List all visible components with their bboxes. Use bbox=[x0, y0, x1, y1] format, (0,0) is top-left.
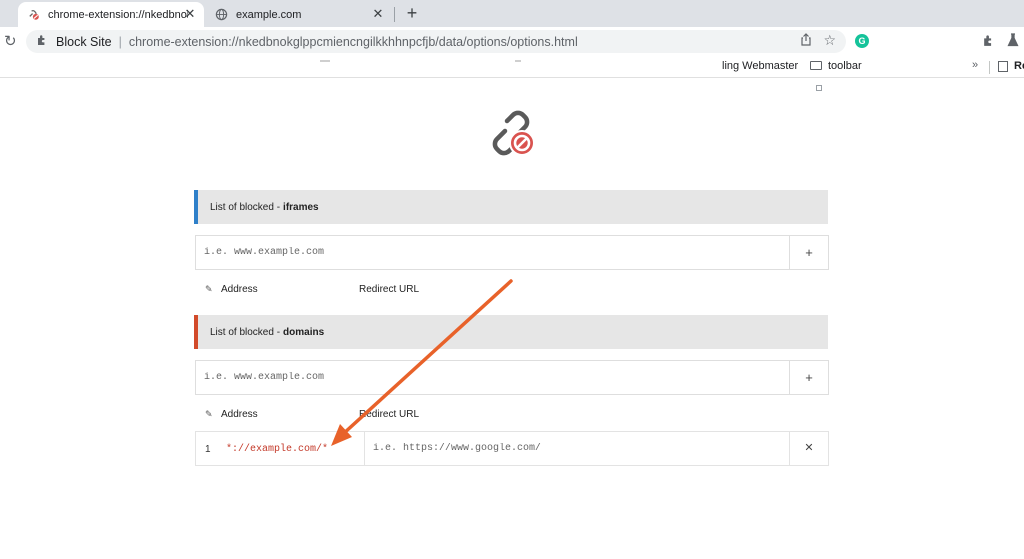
pencil-icon: ✎ bbox=[205, 284, 213, 294]
section-header-prefix: List of blocked - bbox=[210, 201, 281, 213]
reading-list-icon[interactable] bbox=[998, 61, 1008, 72]
address-bar[interactable]: Block Site | chrome-extension://nkedbnok… bbox=[26, 30, 846, 53]
redirect-url-input[interactable] bbox=[366, 432, 786, 465]
bookmarks-bar: ling Webmaster toolbar » Re bbox=[0, 56, 1024, 78]
bookmark-fragment bbox=[320, 60, 330, 62]
url-separator: | bbox=[118, 34, 122, 49]
redirect-column-header: Redirect URL bbox=[359, 409, 420, 420]
pencil-icon: ✎ bbox=[205, 409, 213, 419]
folder-icon bbox=[810, 61, 822, 70]
domain-add-row: + bbox=[195, 360, 829, 395]
remove-row-button[interactable]: ✕ bbox=[789, 432, 828, 465]
tab-title: example.com bbox=[236, 8, 302, 21]
labs-icon[interactable] bbox=[1007, 33, 1019, 50]
cell-divider bbox=[364, 432, 365, 465]
grammarly-icon[interactable]: G bbox=[855, 34, 869, 48]
extensions-icon[interactable] bbox=[982, 34, 995, 50]
close-icon[interactable]: ✕ bbox=[182, 6, 198, 22]
iframe-add-row: + bbox=[195, 235, 829, 270]
site-name: Block Site bbox=[56, 34, 112, 49]
domains-section-header: List of blocked - domains bbox=[194, 315, 828, 349]
blocked-domain[interactable]: *://example.com/* bbox=[226, 444, 328, 455]
blocked-link-icon bbox=[492, 110, 535, 156]
tab-example[interactable]: example.com ✕ bbox=[206, 2, 392, 27]
globe-icon bbox=[215, 8, 228, 21]
iframes-section-header: List of blocked - iframes bbox=[194, 190, 828, 224]
browser-toolbar: ↻ Block Site | chrome-extension://nkedbn… bbox=[0, 27, 1024, 56]
bookmark-star-icon[interactable]: ☆ bbox=[823, 32, 836, 49]
section-header-bold: domains bbox=[283, 326, 325, 338]
bookmark-label: toolbar bbox=[828, 60, 862, 72]
close-icon[interactable]: ✕ bbox=[370, 6, 386, 22]
bookmark-fragment bbox=[515, 60, 521, 62]
blocked-link-icon bbox=[29, 9, 39, 20]
section-header-bold: iframes bbox=[283, 201, 319, 213]
popout-icon[interactable] bbox=[816, 85, 822, 91]
tab-title: chrome-extension://nkedbnokglppcmiencngi… bbox=[48, 8, 188, 21]
reading-list-label: Re bbox=[1014, 60, 1024, 72]
domain-address-input[interactable] bbox=[196, 361, 790, 394]
iframe-column-headers: ✎ Address Redirect URL bbox=[205, 284, 419, 295]
table-row: 1 *://example.com/* ✕ bbox=[195, 431, 829, 466]
bookmark-toolbar-folder[interactable]: toolbar bbox=[810, 60, 862, 72]
redirect-column-header: Redirect URL bbox=[359, 284, 420, 295]
bookmarks-divider bbox=[989, 61, 990, 74]
reload-icon[interactable]: ↻ bbox=[4, 32, 17, 50]
address-column-header: Address bbox=[221, 409, 258, 420]
bookmark-webmaster[interactable]: ling Webmaster bbox=[722, 60, 798, 72]
tab-divider bbox=[394, 7, 395, 22]
add-iframe-button[interactable]: + bbox=[789, 236, 828, 269]
row-index: 1 bbox=[205, 444, 211, 455]
tab-options[interactable]: chrome-extension://nkedbnokglppcmiencngi… bbox=[18, 2, 204, 27]
section-header-prefix: List of blocked - bbox=[210, 326, 281, 338]
more-bookmarks-icon[interactable]: » bbox=[972, 59, 978, 71]
share-icon[interactable] bbox=[800, 33, 812, 49]
domain-column-headers: ✎ Address Redirect URL bbox=[205, 409, 419, 420]
add-domain-button[interactable]: + bbox=[789, 361, 828, 394]
address-column-header: Address bbox=[221, 284, 258, 295]
url-text[interactable]: chrome-extension://nkedbnokglppcmiencngi… bbox=[129, 35, 578, 49]
puzzle-icon bbox=[36, 34, 50, 49]
new-tab-button[interactable]: + bbox=[402, 3, 422, 24]
tab-strip: chrome-extension://nkedbnokglppcmiencngi… bbox=[0, 0, 1024, 27]
iframe-address-input[interactable] bbox=[196, 236, 790, 269]
